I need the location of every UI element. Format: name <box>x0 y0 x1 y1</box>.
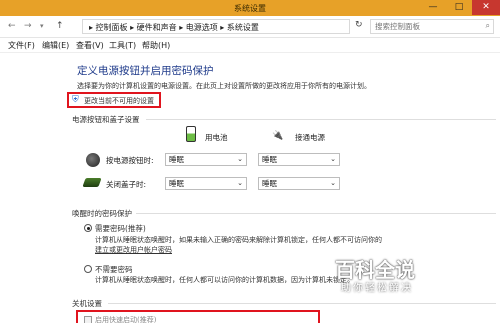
search-icon[interactable]: ⌕ <box>486 21 490 31</box>
refresh-icon[interactable]: ↻ <box>355 20 363 30</box>
divider <box>136 213 496 214</box>
up-arrow-icon[interactable]: ↑ <box>56 21 64 31</box>
fast-startup-checkbox[interactable] <box>84 316 92 323</box>
page-title: 定义电源按钮并启用密码保护 <box>77 65 214 77</box>
require-password-radio[interactable] <box>84 224 92 232</box>
power-section-title: 电源按钮和盖子设置 <box>72 115 140 124</box>
power-button-label: 按电源按钮时: <box>106 156 154 165</box>
minimize-button[interactable]: — <box>420 0 446 15</box>
password-section-title: 唤醒时的密码保护 <box>72 209 132 218</box>
main-content: 定义电源按钮并启用密码保护 选择要为你的计算机设置的电源设置。在此页上对设置所做… <box>0 54 500 323</box>
page-description: 选择要为你的计算机设置的电源设置。在此页上对设置所做的更改将应用于你所有的电源计… <box>77 82 371 90</box>
power-button-battery-select[interactable]: 睡眠 ⌄ <box>165 153 247 166</box>
menu-file[interactable]: 文件(F) <box>8 40 35 51</box>
select-value: 睡眠 <box>169 179 184 188</box>
require-password-label[interactable]: 需要密码(推荐) <box>95 223 146 234</box>
divider <box>108 303 496 304</box>
no-password-label[interactable]: 不需要密码 <box>95 264 133 275</box>
back-arrow-icon[interactable]: ← <box>8 21 16 31</box>
maximize-button[interactable]: □ <box>446 0 472 15</box>
breadcrumb[interactable]: ▸ 控制面板 ▸ 硬件和声音 ▸ 电源选项 ▸ 系统设置 <box>89 22 259 33</box>
lid-close-label: 关闭盖子时: <box>106 180 147 189</box>
chevron-down-icon: ⌄ <box>237 179 243 187</box>
battery-column-header: 用电池 <box>205 133 228 142</box>
uac-shield-icon: ⛨ <box>72 95 79 105</box>
menu-edit[interactable]: 编辑(E) <box>42 40 69 51</box>
chevron-down-icon: ⌄ <box>237 155 243 163</box>
shutdown-section-title: 关机设置 <box>72 299 102 308</box>
lid-close-plugged-select[interactable]: 睡眠 ⌄ <box>258 177 340 190</box>
menu-bar: 文件(F) 编辑(E) 查看(V) 工具(T) 帮助(H) <box>0 38 500 53</box>
no-password-radio[interactable] <box>84 265 92 273</box>
battery-icon <box>186 126 196 142</box>
user-password-link[interactable]: 建立或更改用户帐户密码 <box>95 245 172 255</box>
watermark-subtitle: 助你轻松解决 <box>341 283 413 294</box>
laptop-lid-icon <box>82 178 102 187</box>
fast-startup-label[interactable]: 启用快速启动(推荐) <box>95 315 156 323</box>
recent-pages-chevron-icon[interactable]: ▾ <box>40 22 44 30</box>
select-value: 睡眠 <box>262 155 277 164</box>
no-password-description: 计算机从睡眠状态唤醒时，任何人都可以访问你的计算机数据，因为计算机未锁定。 <box>95 276 354 284</box>
menu-help[interactable]: 帮助(H) <box>142 40 170 51</box>
address-box[interactable]: ▸ 控制面板 ▸ 硬件和声音 ▸ 电源选项 ▸ 系统设置 <box>82 19 350 34</box>
forward-arrow-icon[interactable]: → <box>24 21 32 31</box>
power-button-icon <box>86 153 100 167</box>
lid-close-battery-select[interactable]: 睡眠 ⌄ <box>165 177 247 190</box>
power-button-plugged-select[interactable]: 睡眠 ⌄ <box>258 153 340 166</box>
plug-icon: 🔌 <box>272 131 284 141</box>
search-box[interactable]: ⌕ <box>370 19 494 34</box>
title-bar: 系统设置 — □ ✕ <box>0 0 500 16</box>
menu-tools[interactable]: 工具(T) <box>109 40 136 51</box>
chevron-down-icon: ⌄ <box>330 179 336 187</box>
chevron-down-icon: ⌄ <box>330 155 336 163</box>
search-input[interactable] <box>371 20 479 33</box>
address-bar: ← → ▾ ↑ ▸ 控制面板 ▸ 硬件和声音 ▸ 电源选项 ▸ 系统设置 ↻ ⌕ <box>0 16 500 38</box>
change-unavailable-settings-link[interactable]: 更改当前不可用的设置 <box>84 96 154 106</box>
menu-view[interactable]: 查看(V) <box>76 40 104 51</box>
divider <box>146 119 496 120</box>
select-value: 睡眠 <box>169 155 184 164</box>
plugged-column-header: 接通电源 <box>295 133 325 142</box>
require-password-description: 计算机从睡眠状态唤醒时，如果未输入正确的密码来解除计算机锁定，任何人都不可访问你… <box>95 236 382 244</box>
select-value: 睡眠 <box>262 179 277 188</box>
close-button[interactable]: ✕ <box>472 0 500 15</box>
